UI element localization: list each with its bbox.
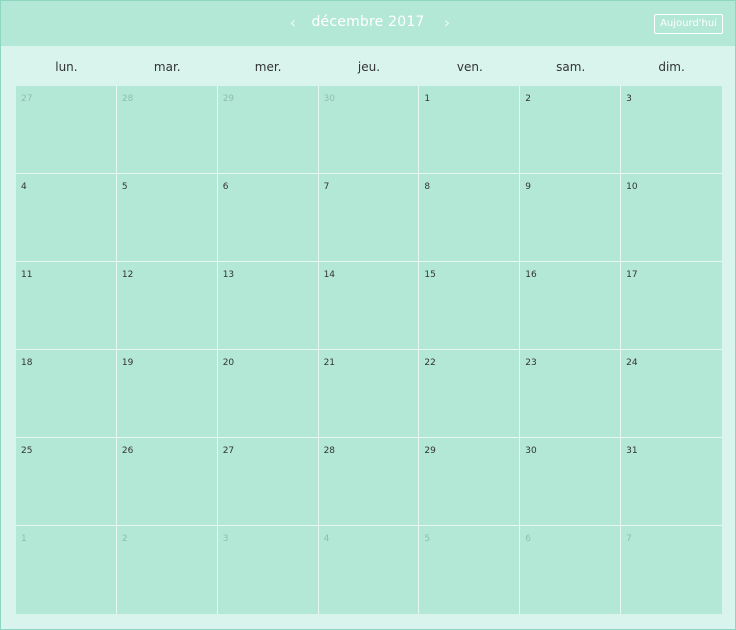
day-number: 29 xyxy=(222,94,235,104)
day-number: 30 xyxy=(525,446,537,456)
day-number: 3 xyxy=(222,534,229,544)
day-number: 4 xyxy=(323,534,330,544)
day-number: 15 xyxy=(424,270,436,280)
day-cell[interactable]: 4 xyxy=(319,526,420,614)
day-number: 2 xyxy=(525,94,532,104)
day-cell[interactable]: 24 xyxy=(621,350,722,438)
day-number: 30 xyxy=(323,94,336,104)
day-cell[interactable]: 17 xyxy=(621,262,722,350)
day-cell[interactable]: 2 xyxy=(117,526,218,614)
day-number: 25 xyxy=(21,446,33,456)
day-number: 31 xyxy=(626,446,638,456)
month-grid: 27 28 29 30 1 2 3 4 5 6 7 8 9 10 11 12 13 14 15 16 17 18 19 20 2… xyxy=(16,86,722,614)
day-number: 1 xyxy=(21,534,27,544)
today-button[interactable]: Aujourd'hui xyxy=(654,14,723,34)
day-cell[interactable]: 14 xyxy=(318,262,420,350)
day-cell[interactable]: 5 xyxy=(419,526,521,614)
day-cell[interactable]: 8 xyxy=(419,174,521,262)
day-cell[interactable]: 31 xyxy=(621,438,722,526)
day-number: 9 xyxy=(525,182,532,192)
day-cell[interactable]: 9 xyxy=(520,174,622,262)
day-number: 16 xyxy=(525,270,537,280)
day-number: 28 xyxy=(121,94,134,104)
month-title: décembre 2017 xyxy=(311,14,425,30)
day-cell[interactable]: 29 xyxy=(419,438,521,526)
calendar-header: ‹ décembre 2017 › Aujourd'hui xyxy=(1,1,735,46)
day-cell[interactable]: 19 xyxy=(116,350,218,438)
day-cell[interactable]: 15 xyxy=(419,262,521,350)
day-number: 19 xyxy=(121,358,134,368)
day-number: 22 xyxy=(424,358,436,368)
weekday-header-row: lun. mar. mer. jeu. ven. sam. dim. xyxy=(16,46,722,86)
day-cell[interactable]: 22 xyxy=(419,350,521,438)
day-number: 12 xyxy=(121,270,134,280)
day-cell[interactable]: 3 xyxy=(218,526,319,614)
weekday-label: jeu. xyxy=(357,60,381,74)
weekday-label: mar. xyxy=(153,60,181,74)
day-cell[interactable]: 20 xyxy=(217,350,319,438)
chevron-right-icon[interactable]: › xyxy=(438,12,456,34)
day-cell[interactable]: 29 xyxy=(217,86,319,174)
day-cell[interactable]: 2 xyxy=(520,86,622,174)
day-number: 11 xyxy=(21,270,33,280)
day-number: 7 xyxy=(626,534,632,544)
day-number: 5 xyxy=(424,534,431,544)
day-number: 24 xyxy=(626,358,638,368)
day-number: 10 xyxy=(626,182,638,192)
day-number: 28 xyxy=(323,446,336,456)
day-cell[interactable]: 28 xyxy=(116,86,218,174)
day-number: 5 xyxy=(121,182,128,192)
day-cell[interactable]: 30 xyxy=(318,86,420,174)
day-number: 27 xyxy=(222,446,235,456)
day-cell[interactable]: 6 xyxy=(520,526,622,614)
day-number: 21 xyxy=(323,358,336,368)
weekday-label: lun. xyxy=(55,60,78,74)
day-cell[interactable]: 6 xyxy=(217,174,319,262)
day-cell[interactable]: 1 xyxy=(419,86,521,174)
weekday-label: ven. xyxy=(456,60,483,74)
day-cell[interactable]: 4 xyxy=(16,174,117,262)
day-cell[interactable]: 3 xyxy=(621,86,722,174)
day-number: 4 xyxy=(21,182,27,192)
day-number: 2 xyxy=(121,534,128,544)
calendar-widget: ‹ décembre 2017 › Aujourd'hui lun. mar. … xyxy=(0,0,736,630)
day-cell[interactable]: 25 xyxy=(16,438,117,526)
day-cell[interactable]: 10 xyxy=(621,174,722,262)
day-number: 26 xyxy=(121,446,134,456)
day-number: 8 xyxy=(424,182,431,192)
day-number: 20 xyxy=(222,358,235,368)
day-cell[interactable]: 7 xyxy=(318,174,420,262)
day-number: 1 xyxy=(424,94,431,104)
day-number: 23 xyxy=(525,358,537,368)
day-number: 17 xyxy=(626,270,638,280)
weekday-label: dim. xyxy=(658,60,685,74)
day-number: 6 xyxy=(525,534,532,544)
day-cell[interactable]: 28 xyxy=(318,438,420,526)
day-cell[interactable]: 30 xyxy=(520,438,622,526)
day-cell[interactable]: 13 xyxy=(217,262,319,350)
day-cell[interactable]: 12 xyxy=(116,262,218,350)
day-number: 7 xyxy=(323,182,330,192)
day-cell[interactable]: 16 xyxy=(520,262,622,350)
day-number: 27 xyxy=(21,94,33,104)
day-cell[interactable]: 18 xyxy=(16,350,117,438)
day-number: 6 xyxy=(222,182,229,192)
day-cell[interactable]: 7 xyxy=(621,526,722,614)
day-cell[interactable]: 11 xyxy=(16,262,117,350)
day-cell[interactable]: 1 xyxy=(16,526,117,614)
day-number: 3 xyxy=(626,94,632,104)
day-cell[interactable]: 21 xyxy=(318,350,420,438)
day-number: 18 xyxy=(21,358,33,368)
day-cell[interactable]: 26 xyxy=(116,438,218,526)
day-number: 14 xyxy=(323,270,336,280)
weekday-label: mer. xyxy=(254,60,282,74)
day-cell[interactable]: 27 xyxy=(16,86,117,174)
day-number: 29 xyxy=(424,446,436,456)
day-cell[interactable]: 5 xyxy=(116,174,218,262)
day-cell[interactable]: 23 xyxy=(520,350,622,438)
weekday-label: sam. xyxy=(556,60,586,74)
day-cell[interactable]: 27 xyxy=(217,438,319,526)
day-number: 13 xyxy=(222,270,235,280)
